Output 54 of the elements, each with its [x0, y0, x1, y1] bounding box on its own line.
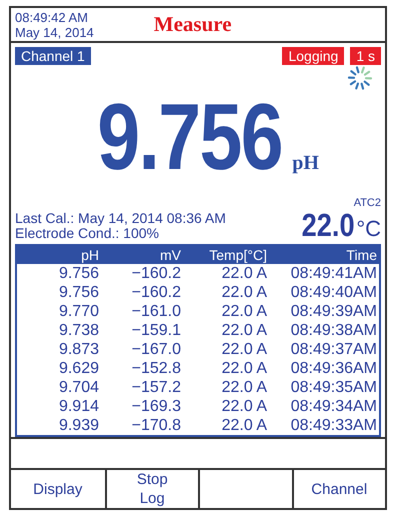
table-cell-text: 08:49:35AM	[290, 378, 377, 398]
table-cell-text: 22.0 A	[220, 416, 267, 436]
column-header: mV	[159, 247, 181, 264]
probe-label: ATC2	[354, 197, 381, 210]
table-cell-text: 22.0 A	[220, 340, 267, 360]
channel-label: Channel 1	[15, 47, 91, 66]
temperature-reading: 22.0	[302, 209, 355, 242]
table-cell-text: 22.0 A	[220, 283, 267, 302]
table-cell-text: 08:49:39AM	[290, 302, 377, 322]
table-cell-text: −159.1	[130, 321, 181, 340]
table-cell-text: 08:49:38AM	[290, 321, 377, 340]
table-cell-text: −169.3	[130, 397, 181, 416]
electrode-condition: Electrode Cond.: 100%	[15, 226, 160, 242]
last-calibration: Last Cal.: May 14, 2014 08:36 AM	[15, 211, 226, 226]
table-cell-text: 08:49:40AM	[290, 283, 377, 302]
table-cell-text: 08:49:37AM	[290, 340, 377, 360]
interval-badge: 1 s	[350, 47, 381, 66]
table-cell-text: 9.939	[58, 416, 99, 436]
table-cell-text: 08:49:34AM	[290, 397, 377, 416]
column-header: pH	[80, 247, 99, 264]
table-cell-text: 22.0 A	[220, 397, 267, 416]
ph-reading: 9.756	[97, 89, 282, 186]
table-cell-text: 22.0 A	[220, 321, 267, 340]
table-cell-text: −157.2	[130, 378, 181, 398]
table-cell-text: −160.2	[130, 264, 181, 284]
logging-badge: Logging	[282, 47, 344, 66]
table-cell-text: 22.0 A	[220, 378, 267, 398]
table-cell-text: 08:49:36AM	[290, 359, 377, 378]
column-header: Temp[°C]	[208, 247, 267, 264]
spinner-icon	[347, 65, 373, 92]
table-cell-text: 9.756	[58, 264, 99, 284]
table-cell-text: −161.0	[130, 302, 181, 322]
table-cell-text: 9.873	[58, 340, 99, 360]
table-cell-text: 9.770	[58, 302, 99, 322]
table-cell-text: −167.0	[130, 340, 181, 360]
table-cell-text: 08:49:41AM	[290, 264, 377, 284]
table-cell-text: −170.8	[130, 416, 181, 436]
table-cell-text: 08:49:33AM	[290, 416, 377, 436]
table-cell-text: 9.629	[58, 359, 99, 378]
table-cell-text: 9.914	[58, 397, 99, 416]
table-cell-text: 22.0 A	[220, 302, 267, 322]
column-header: Time	[345, 247, 377, 264]
table-cell-text: 9.756	[58, 283, 99, 302]
clock-time: 08:49:42 AM	[15, 10, 89, 25]
table-cell-text: −160.2	[130, 283, 181, 302]
table-cell-text: −152.8	[130, 359, 181, 378]
table-cell-text: 9.738	[58, 321, 99, 340]
table-cell-text: 9.704	[58, 378, 99, 398]
table-cell-text: 22.0 A	[220, 264, 267, 284]
clock-date: May 14, 2014	[15, 24, 94, 40]
screen-title: Measure	[154, 12, 232, 38]
table-cell-text: 22.0 A	[220, 359, 267, 378]
ph-unit: pH	[292, 152, 319, 176]
temperature-unit: °C	[356, 217, 381, 242]
